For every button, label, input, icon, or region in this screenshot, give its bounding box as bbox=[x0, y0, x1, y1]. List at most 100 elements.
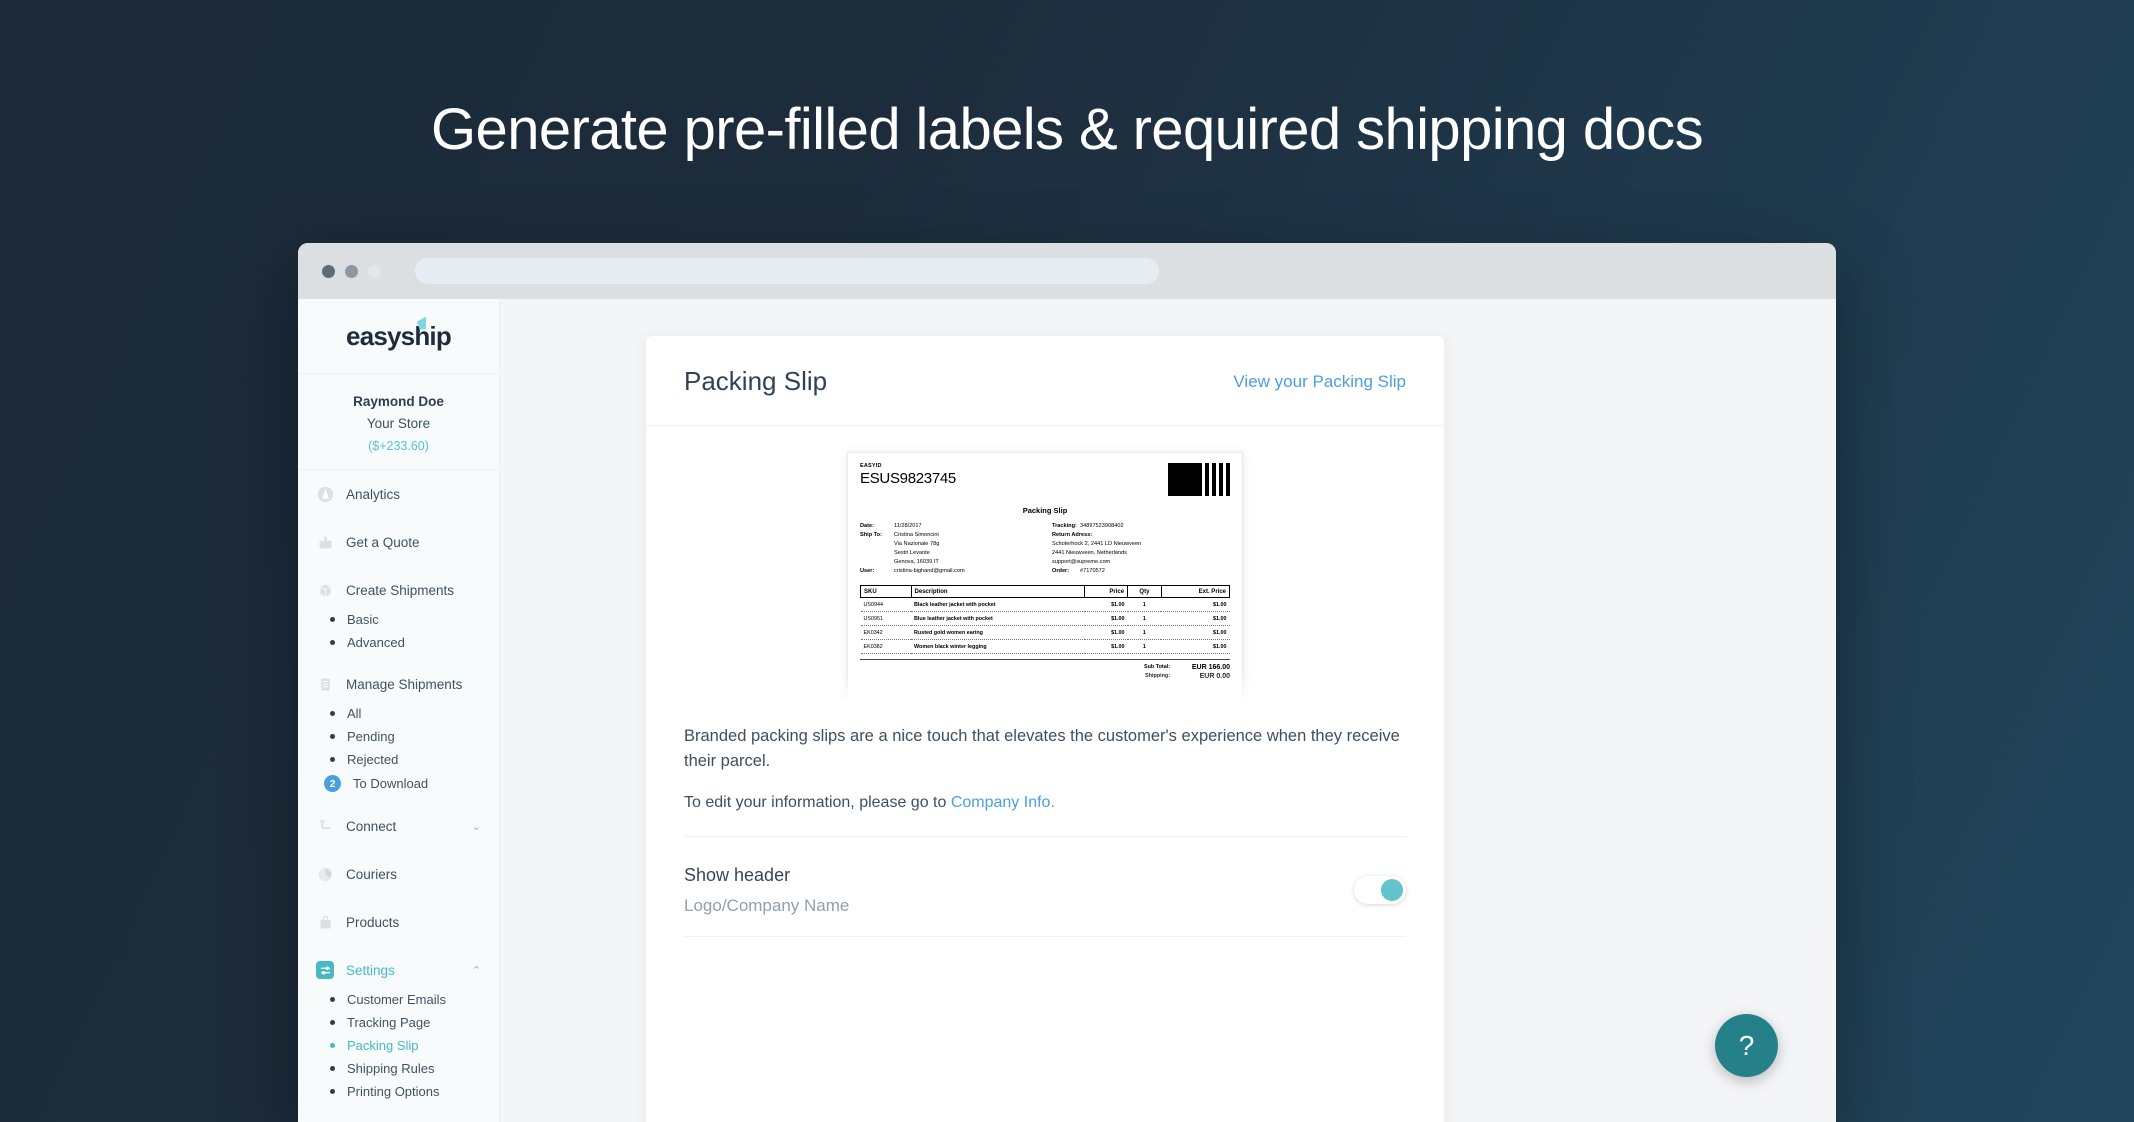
sidebar-item-products[interactable]: Products bbox=[298, 904, 499, 940]
sidebar-item-label: Create Shipments bbox=[346, 582, 455, 598]
sidebar-subitem-packing-slip[interactable]: Packing Slip bbox=[298, 1034, 499, 1057]
table-row: EK0382 Women black winter legging $1.00 … bbox=[860, 639, 1230, 655]
main-content: Packing Slip View your Packing Slip EASY… bbox=[500, 299, 1836, 1122]
logo-text: easyship bbox=[346, 320, 452, 351]
sidebar-subitem-pending[interactable]: Pending bbox=[298, 725, 499, 748]
sidebar-subitem-label: Basic bbox=[347, 612, 379, 627]
status-badge: 2 bbox=[324, 775, 341, 792]
description-text: Branded packing slips are a nice touch t… bbox=[684, 727, 1400, 770]
card-body: Branded packing slips are a nice touch t… bbox=[646, 712, 1444, 937]
sidebar-subitem-basic[interactable]: Basic bbox=[298, 608, 499, 631]
sidebar-item-label: Couriers bbox=[346, 866, 398, 882]
date-value: 11/28/2017 bbox=[894, 523, 922, 529]
sidebar: easyship Raymond Doe Your Store ($+233.6… bbox=[298, 299, 500, 1122]
maximize-dot[interactable] bbox=[368, 264, 381, 278]
sidebar-item-manage-shipments[interactable]: Manage Shipments bbox=[298, 666, 499, 702]
edit-info-text: To edit your information, please go to C… bbox=[684, 794, 1406, 836]
sidebar-subitem-printing-options[interactable]: Printing Options bbox=[298, 1080, 499, 1103]
account-credit[interactable]: ($+233.60) bbox=[298, 439, 499, 453]
user-label: User: bbox=[860, 568, 875, 575]
document-icon bbox=[316, 675, 334, 693]
minimize-dot[interactable] bbox=[345, 264, 358, 278]
sidebar-item-create-shipments[interactable]: Create Shipments bbox=[298, 572, 499, 608]
sidebar-item-couriers[interactable]: Couriers bbox=[298, 856, 499, 892]
table-row: US0944 Black leather jacket with pocket … bbox=[860, 597, 1230, 613]
cell-ext-price: $1.00 bbox=[1161, 639, 1230, 655]
cell-ext-price: $1.00 bbox=[1161, 597, 1230, 613]
sidebar-subitem-all[interactable]: All bbox=[298, 702, 499, 725]
show-header-label: Show header bbox=[684, 864, 791, 885]
chevron-down-icon[interactable]: ⌄ bbox=[472, 820, 481, 833]
bullet-icon bbox=[330, 1020, 335, 1025]
sidebar-item-label: Manage Shipments bbox=[346, 676, 463, 692]
browser-viewport: easyship Raymond Doe Your Store ($+233.6… bbox=[298, 299, 1836, 1122]
return-address-line: 2441 Nieuwveen, Netherlands bbox=[1052, 550, 1127, 557]
sidebar-subitem-label: Packing Slip bbox=[347, 1038, 419, 1053]
cell-price: $1.00 bbox=[1084, 611, 1128, 627]
cell-description: Women black winter legging bbox=[911, 639, 1085, 655]
view-packing-slip-link[interactable]: View your Packing Slip bbox=[1233, 372, 1406, 392]
chevron-up-icon[interactable]: ⌃ bbox=[472, 964, 481, 977]
bullet-icon bbox=[330, 1089, 335, 1094]
url-input[interactable] bbox=[415, 258, 1159, 284]
sidebar-item-settings[interactable]: Settings ⌃ bbox=[298, 952, 499, 988]
ship-to-line: Genova, 16039 IT bbox=[894, 559, 939, 566]
slip-heading: Packing Slip bbox=[1022, 506, 1068, 515]
show-header-labels: Show header Logo/Company Name bbox=[684, 865, 849, 916]
cell-qty: 1 bbox=[1127, 625, 1162, 641]
sidebar-subitem-customer-emails[interactable]: Customer Emails bbox=[298, 988, 499, 1011]
sidebar-subitem-label: Printing Options bbox=[347, 1084, 440, 1099]
easyid-label: EASYID bbox=[860, 463, 882, 469]
sidebar-subitem-to-download[interactable]: 2 To Download bbox=[298, 771, 499, 796]
sidebar-item-analytics[interactable]: Analytics bbox=[298, 476, 499, 512]
bullet-icon bbox=[330, 1066, 335, 1071]
date-label: Date: bbox=[860, 523, 874, 529]
cell-price: $1.00 bbox=[1084, 625, 1128, 641]
sidebar-nav: Analytics Get a Quote Create Shipments B… bbox=[298, 470, 499, 1103]
sidebar-item-get-a-quote[interactable]: Get a Quote bbox=[298, 524, 499, 560]
show-header-toggle[interactable] bbox=[1354, 876, 1406, 904]
packing-slip-card: Packing Slip View your Packing Slip EASY… bbox=[646, 336, 1444, 1122]
courier-icon bbox=[316, 865, 334, 883]
easyid-value: ESUS9823745 bbox=[860, 470, 956, 487]
show-header-sublabel: Logo/Company Name bbox=[684, 895, 850, 915]
cell-price: $1.00 bbox=[1084, 639, 1128, 655]
sidebar-subitem-shipping-rules[interactable]: Shipping Rules bbox=[298, 1057, 499, 1080]
col-qty: Qty bbox=[1127, 585, 1162, 599]
account-block: Raymond Doe Your Store ($+233.60) bbox=[298, 374, 499, 470]
sidebar-item-connect[interactable]: Connect ⌄ bbox=[298, 808, 499, 844]
sidebar-subitem-tracking-page[interactable]: Tracking Page bbox=[298, 1011, 499, 1034]
card-header: Packing Slip View your Packing Slip bbox=[646, 336, 1444, 426]
easyship-logo[interactable]: easyship bbox=[346, 316, 452, 352]
company-info-link[interactable]: Company Info. bbox=[951, 794, 1055, 811]
packing-slip-preview[interactable]: EASYID ESUS9823745 Packing Slip Date: 11… bbox=[646, 426, 1444, 712]
bullet-icon bbox=[330, 1043, 335, 1048]
cell-ext-price: $1.00 bbox=[1161, 625, 1230, 641]
cell-sku: US0951 bbox=[860, 611, 912, 627]
sidebar-subitem-label: To Download bbox=[353, 776, 429, 791]
ship-to-line: Via Nazionale 78g bbox=[894, 541, 940, 548]
sidebar-item-label: Settings bbox=[346, 962, 395, 978]
browser-titlebar bbox=[298, 243, 1836, 299]
user-value: cristina-bighand@gmail.com bbox=[894, 568, 965, 575]
help-button[interactable]: ? bbox=[1715, 1014, 1778, 1077]
tracking-label: Tracking: bbox=[1052, 523, 1077, 529]
sidebar-subitem-rejected[interactable]: Rejected bbox=[298, 748, 499, 771]
sidebar-item-label: Connect bbox=[346, 818, 397, 834]
cell-sku: US0944 bbox=[860, 597, 912, 613]
easyid-block: EASYID ESUS9823745 bbox=[860, 463, 956, 487]
table-header-row: SKU Description Price Qty Ext. Price bbox=[860, 585, 1231, 599]
sidebar-subitem-advanced[interactable]: Advanced bbox=[298, 631, 499, 654]
show-header-setting-row: Show header Logo/Company Name bbox=[684, 837, 1406, 936]
cell-qty: 1 bbox=[1127, 597, 1162, 613]
sidebar-subitem-label: All bbox=[347, 706, 362, 721]
box-icon bbox=[316, 581, 334, 599]
close-dot[interactable] bbox=[322, 264, 335, 278]
analytics-icon bbox=[316, 485, 334, 503]
sidebar-subitem-label: Customer Emails bbox=[347, 992, 446, 1007]
cell-qty: 1 bbox=[1127, 611, 1162, 627]
account-store[interactable]: Your Store bbox=[298, 416, 499, 431]
cell-sku: EK0382 bbox=[860, 639, 912, 655]
sidebar-subitem-label: Rejected bbox=[347, 752, 399, 767]
bullet-icon bbox=[330, 757, 335, 762]
